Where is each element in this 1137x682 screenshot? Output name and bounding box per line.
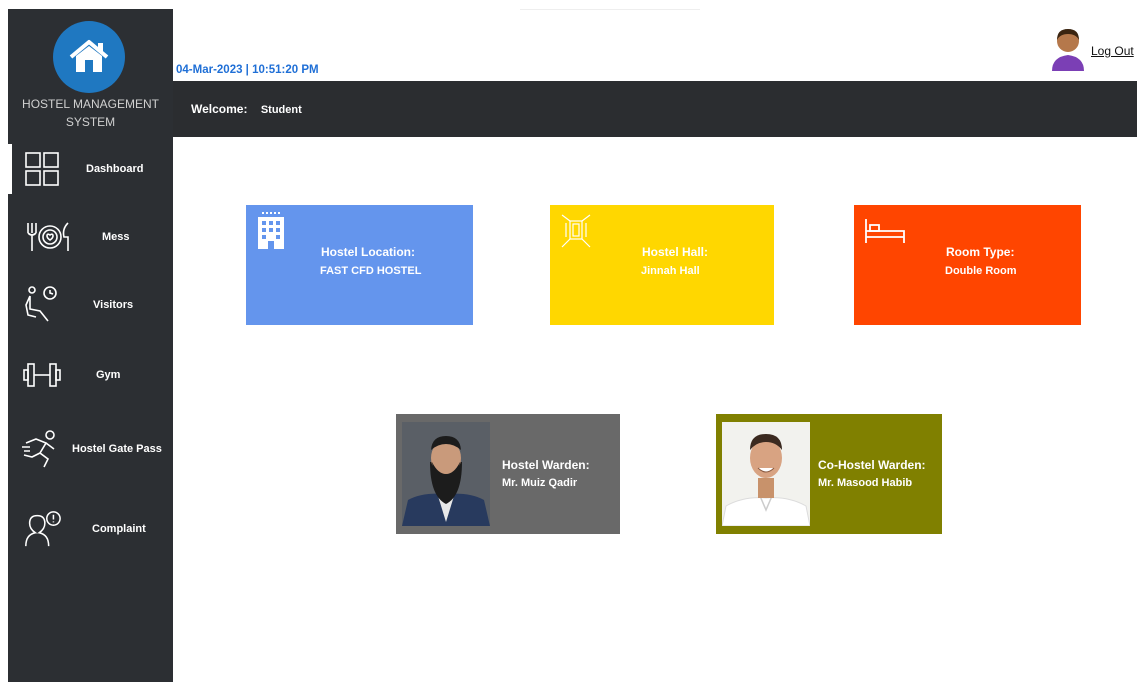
sidebar-item-label: Dashboard [86, 163, 144, 175]
sidebar-item-label: Visitors [93, 299, 134, 311]
hostel-hall-card: Hostel Hall: Jinnah Hall [550, 205, 774, 325]
room-type-card: Room Type: Double Room [854, 205, 1081, 325]
hostel-warden-card: Hostel Warden: Mr. Muiz Qadir [396, 414, 620, 534]
card-title: Co-Hostel Warden: [818, 458, 926, 472]
card-title: Hostel Warden: [502, 458, 590, 472]
dashboard-grid-icon [22, 149, 62, 189]
sidebar-item-label: Gym [96, 369, 121, 381]
card-value: Mr. Muiz Qadir [502, 477, 578, 489]
app-logo [53, 21, 125, 93]
sidebar-item-mess[interactable]: Mess [8, 207, 173, 267]
sidebar-item-gate-pass[interactable]: Hostel Gate Pass [8, 419, 173, 479]
welcome-message: Welcome: Student [191, 102, 302, 116]
sidebar-item-label: Mess [102, 231, 130, 243]
hall-icon [561, 214, 591, 248]
sidebar-item-visitors[interactable]: Visitors [8, 275, 173, 335]
sidebar-item-label: Complaint [92, 523, 146, 535]
username: Student [260, 104, 302, 116]
logout-link[interactable]: Log Out [1091, 44, 1134, 58]
active-indicator [8, 144, 12, 194]
running-person-icon [20, 429, 60, 469]
warden-photo [402, 422, 490, 526]
user-avatar-icon [1052, 29, 1084, 71]
card-value: FAST CFD HOSTEL [320, 265, 422, 277]
visitor-seat-clock-icon [22, 285, 62, 325]
house-icon [69, 40, 109, 72]
welcome-label: Welcome: [191, 102, 248, 116]
bed-icon [865, 219, 905, 243]
sidebar-item-dashboard[interactable]: Dashboard [8, 139, 173, 199]
complaint-person-icon [22, 509, 62, 549]
dumbbell-icon [22, 355, 62, 395]
card-title: Hostel Location: [321, 245, 416, 259]
co-warden-photo [722, 422, 810, 526]
app-name-line2: SYSTEM [65, 115, 116, 129]
hostel-location-card: Hostel Location: FAST CFD HOSTEL [246, 205, 473, 325]
sidebar-item-complaint[interactable]: Complaint [8, 499, 173, 559]
card-value: Double Room [945, 265, 1017, 277]
top-divider [520, 9, 700, 10]
app-name-line1: HOSTEL MANAGEMENT [22, 97, 159, 111]
datetime-display: 04-Mar-2023 | 10:51:20 PM [176, 64, 319, 76]
sidebar-item-gym[interactable]: Gym [8, 345, 173, 405]
co-hostel-warden-card: Co-Hostel Warden: Mr. Masood Habib [716, 414, 942, 534]
dining-plate-icon [22, 217, 78, 257]
card-title: Hostel Hall: [642, 245, 709, 259]
card-value: Jinnah Hall [641, 265, 700, 277]
sidebar-item-label: Hostel Gate Pass [72, 443, 162, 455]
app-name: HOSTEL MANAGEMENT SYSTEM [8, 95, 173, 131]
sidebar: HOSTEL MANAGEMENT SYSTEM Dashboard Mess [8, 9, 173, 682]
header-bar: Welcome: Student [173, 81, 1137, 137]
building-icon [258, 212, 284, 249]
card-value: Mr. Masood Habib [818, 477, 913, 489]
card-title: Room Type: [946, 245, 1015, 259]
